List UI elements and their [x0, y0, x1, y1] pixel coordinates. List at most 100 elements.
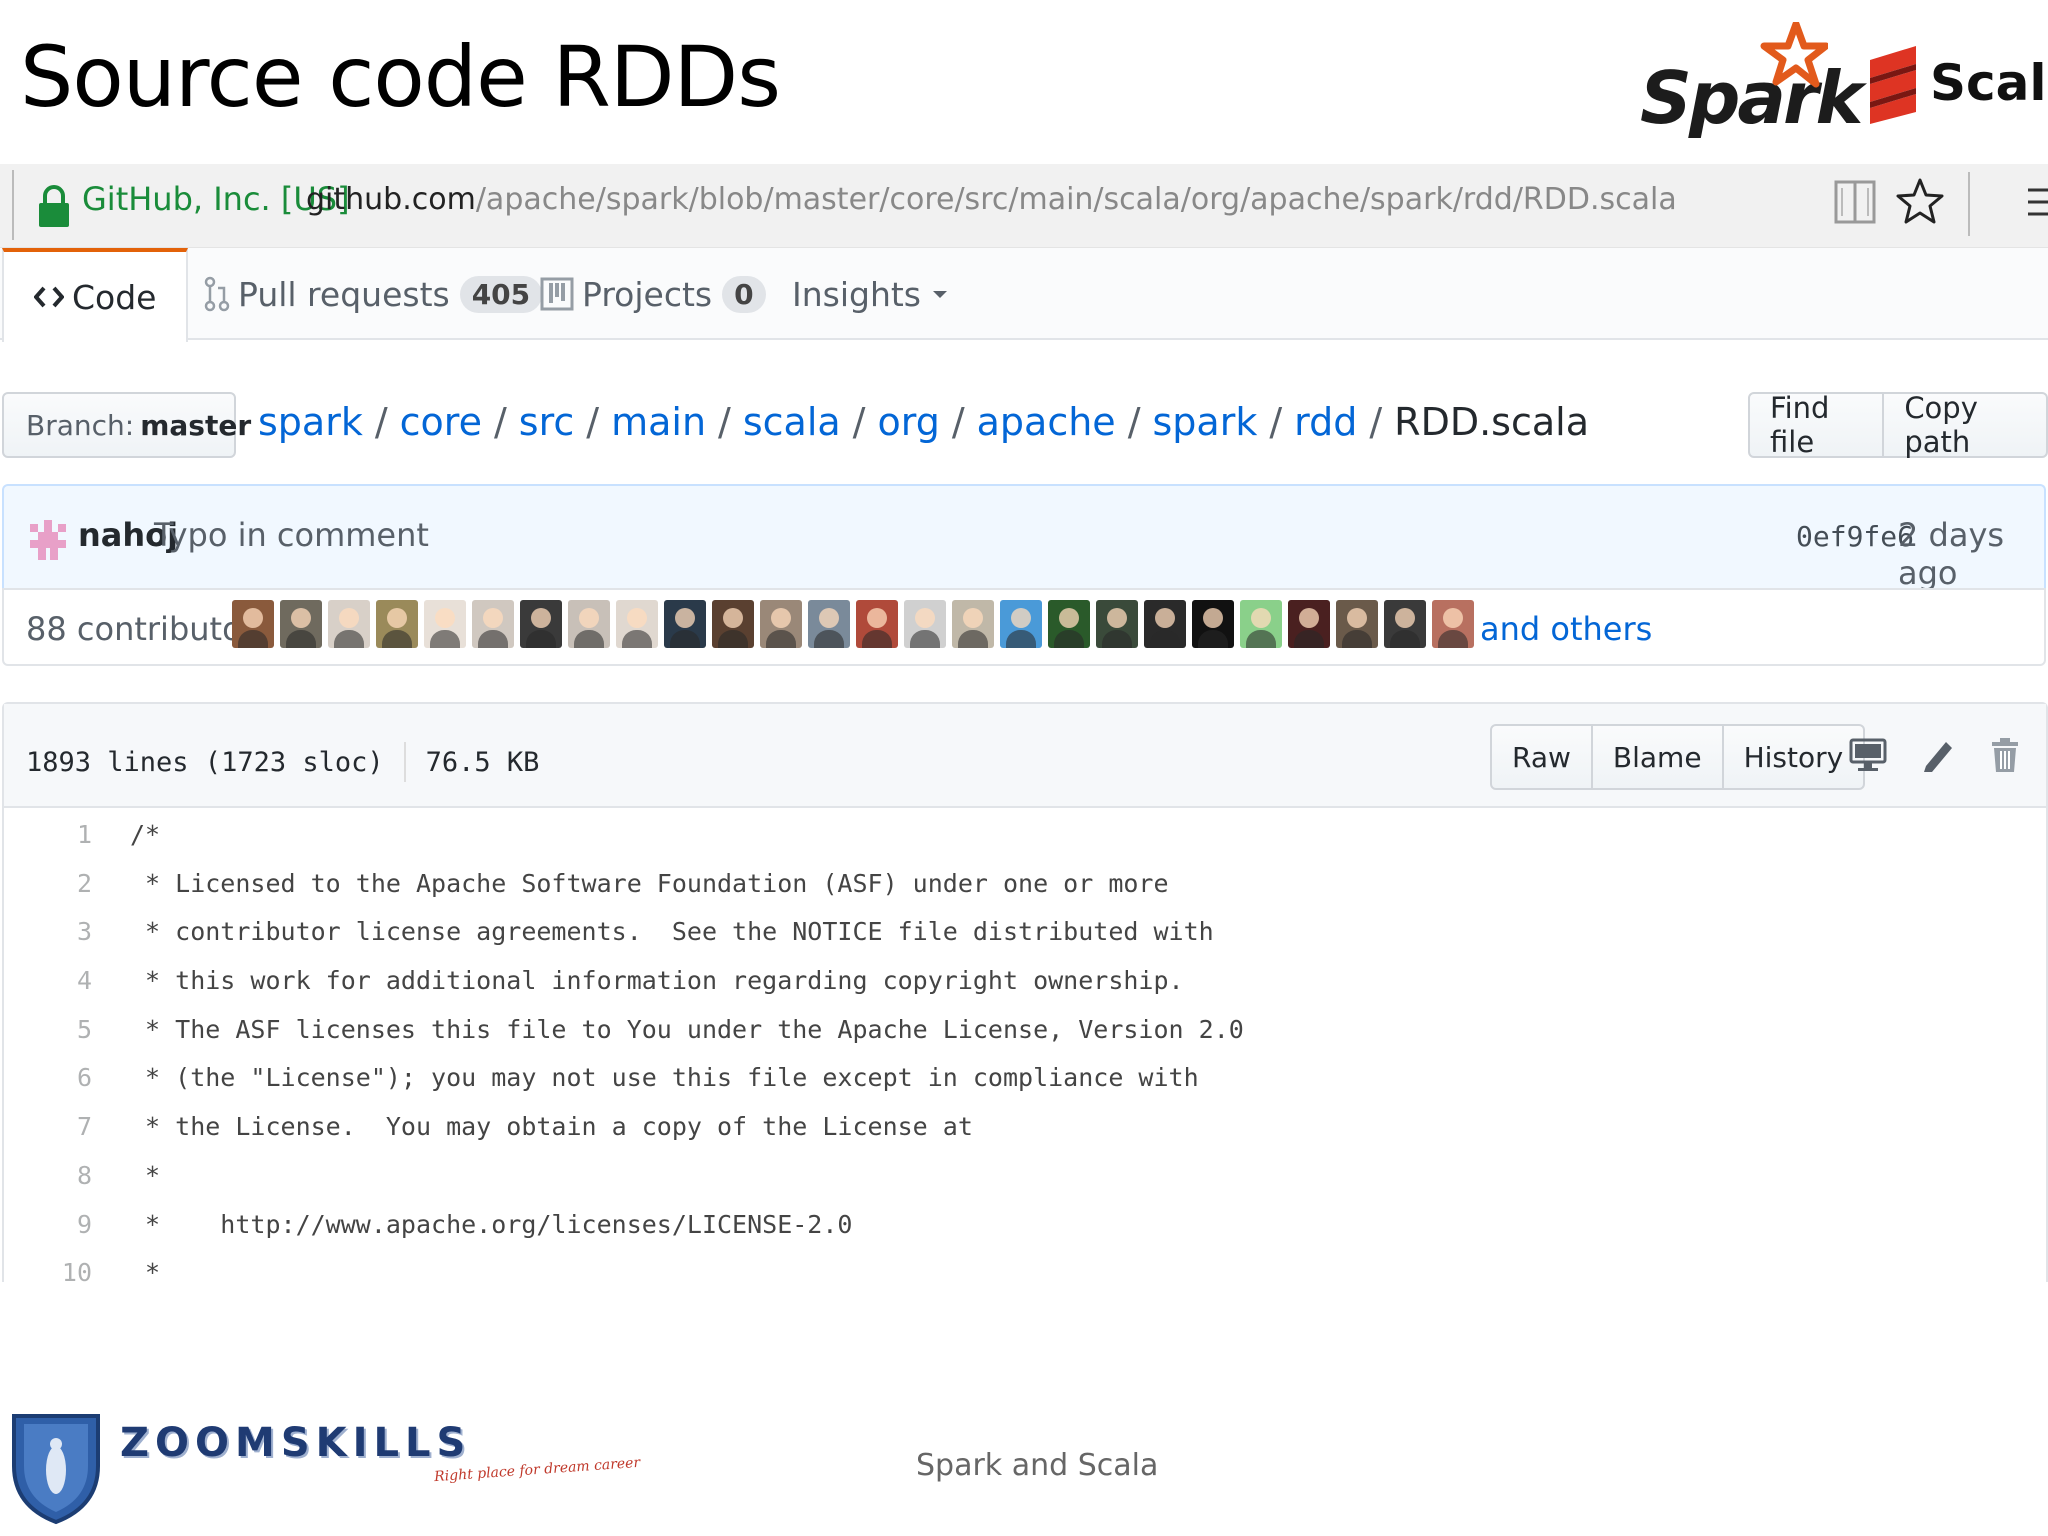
code-line: 9 * http://www.apache.org/licenses/LICEN…: [4, 1198, 2046, 1247]
project-icon: [540, 277, 574, 311]
contributor-avatar[interactable]: [664, 600, 706, 648]
commit-sha[interactable]: 0ef9fe6: [1796, 520, 1914, 553]
url-host: github.com: [306, 182, 476, 217]
contributor-avatar[interactable]: [1192, 600, 1234, 648]
line-number[interactable]: 3: [4, 917, 92, 946]
line-number[interactable]: 7: [4, 1112, 92, 1141]
line-number[interactable]: 10: [4, 1258, 92, 1287]
contributor-avatar[interactable]: [952, 600, 994, 648]
toolbar-separator: [1968, 172, 1970, 236]
url-field[interactable]: github.com/apache/spark/blob/master/core…: [306, 182, 1677, 217]
line-number[interactable]: 6: [4, 1063, 92, 1092]
slide-footer: Spark and Scala: [916, 1448, 1159, 1483]
code-line: 5 * The ASF licenses this file to You un…: [4, 1003, 2046, 1052]
repo-nav: Code Pull requests 405 Projects 0 Insigh…: [0, 248, 2048, 342]
contributor-avatar[interactable]: [1336, 600, 1378, 648]
contributor-avatar[interactable]: [424, 600, 466, 648]
line-number[interactable]: 1: [4, 820, 92, 849]
and-others-link[interactable]: and others: [1480, 610, 1652, 648]
breadcrumb-item[interactable]: src: [519, 400, 574, 444]
breadcrumb-item[interactable]: rdd: [1294, 400, 1357, 444]
contributor-avatar[interactable]: [1432, 600, 1474, 648]
contributor-avatar[interactable]: [616, 600, 658, 648]
scala-logo: Scala: [1866, 40, 2048, 130]
line-number[interactable]: 2: [4, 869, 92, 898]
line-content: * contributor license agreements. See th…: [130, 917, 1214, 947]
file-actions: Find file Copy path: [1748, 391, 2048, 459]
contributor-avatar[interactable]: [328, 600, 370, 648]
contributor-avatar[interactable]: [1240, 600, 1282, 648]
lock-icon[interactable]: [38, 184, 70, 228]
breadcrumb-separator: /: [586, 400, 600, 444]
breadcrumb-separator: /: [493, 400, 507, 444]
contributor-avatar[interactable]: [808, 600, 850, 648]
breadcrumb-item[interactable]: core: [400, 400, 482, 444]
contributor-avatar[interactable]: [568, 600, 610, 648]
contributor-avatar[interactable]: [1048, 600, 1090, 648]
author-avatar-icon[interactable]: [30, 520, 66, 560]
scala-logo-text: Scala: [1930, 54, 2048, 112]
line-number[interactable]: 8: [4, 1161, 92, 1190]
line-content: * Licensed to the Apache Software Founda…: [130, 868, 1169, 898]
contributor-avatar[interactable]: [376, 600, 418, 648]
desktop-icon[interactable]: [1848, 736, 1888, 774]
branch-selector[interactable]: Branch: master: [2, 392, 251, 458]
breadcrumb-item[interactable]: spark: [1153, 400, 1258, 444]
spark-star-icon: [1760, 22, 1828, 88]
contributor-avatar[interactable]: [520, 600, 562, 648]
commit-message[interactable]: Typo in comment: [154, 516, 429, 554]
hub-menu-icon[interactable]: [2024, 180, 2048, 224]
code-line: 7 * the License. You may obtain a copy o…: [4, 1100, 2046, 1149]
url-path: /apache/spark/blob/master/core/src/main/…: [475, 182, 1677, 217]
commit-date: 2 days ago: [1898, 516, 2005, 592]
find-file-button[interactable]: Find file: [1748, 391, 1885, 459]
line-number[interactable]: 4: [4, 966, 92, 995]
line-content: * (the "License"); you may not use this …: [130, 1063, 1199, 1093]
tab-code[interactable]: Code: [2, 248, 189, 342]
line-number[interactable]: 9: [4, 1210, 92, 1239]
code-line: 6 * (the "License"); you may not use thi…: [4, 1051, 2046, 1100]
line-number[interactable]: 5: [4, 1015, 92, 1044]
scala-mark-icon: [1870, 46, 1916, 124]
contributor-avatar[interactable]: [472, 600, 514, 648]
tab-insights[interactable]: Insights: [792, 248, 959, 340]
reading-view-icon[interactable]: [1832, 176, 1878, 228]
line-content: /*: [130, 820, 161, 849]
contributor-avatar[interactable]: [280, 600, 322, 648]
code-icon: [34, 286, 64, 308]
favorite-star-icon[interactable]: [1896, 176, 1944, 228]
contributor-avatar[interactable]: [1144, 600, 1186, 648]
breadcrumb-item[interactable]: org: [877, 400, 939, 444]
trash-icon[interactable]: [1988, 736, 2022, 774]
file-size: 76.5 KB: [425, 746, 540, 778]
contributor-avatar[interactable]: [712, 600, 754, 648]
tab-projects-label: Projects: [582, 274, 713, 314]
contributor-avatar[interactable]: [1288, 600, 1330, 648]
blame-button[interactable]: Blame: [1592, 724, 1724, 790]
tab-projects[interactable]: Projects 0: [540, 248, 766, 340]
pull-requests-count: 405: [459, 275, 543, 313]
contributor-avatar[interactable]: [1384, 600, 1426, 648]
breadcrumb-separator: /: [1269, 400, 1283, 444]
copy-path-button[interactable]: Copy path: [1884, 391, 2048, 459]
pencil-icon[interactable]: [1920, 736, 1956, 774]
contributor-avatar[interactable]: [760, 600, 802, 648]
breadcrumb-separator: /: [1127, 400, 1141, 444]
contributor-avatar[interactable]: [232, 600, 274, 648]
pull-request-icon: [204, 276, 230, 312]
zoomskills-brand: ZOOMSKILLS: [120, 1420, 472, 1466]
history-button[interactable]: History: [1723, 724, 1866, 790]
breadcrumb-separator: /: [852, 400, 866, 444]
contributor-avatar[interactable]: [904, 600, 946, 648]
breadcrumb-item[interactable]: scala: [743, 400, 841, 444]
contributor-avatar[interactable]: [856, 600, 898, 648]
raw-button[interactable]: Raw: [1490, 724, 1593, 790]
breadcrumb-item[interactable]: apache: [977, 400, 1116, 444]
breadcrumb-repo[interactable]: spark: [258, 400, 363, 444]
line-content: * the License. You may obtain a copy of …: [130, 1112, 973, 1142]
breadcrumb-item[interactable]: main: [611, 400, 706, 444]
tab-pull-requests[interactable]: Pull requests 405: [204, 248, 543, 340]
file-view-buttons: Raw Blame History: [1490, 724, 1866, 790]
contributor-avatar[interactable]: [1096, 600, 1138, 648]
contributor-avatar[interactable]: [1000, 600, 1042, 648]
